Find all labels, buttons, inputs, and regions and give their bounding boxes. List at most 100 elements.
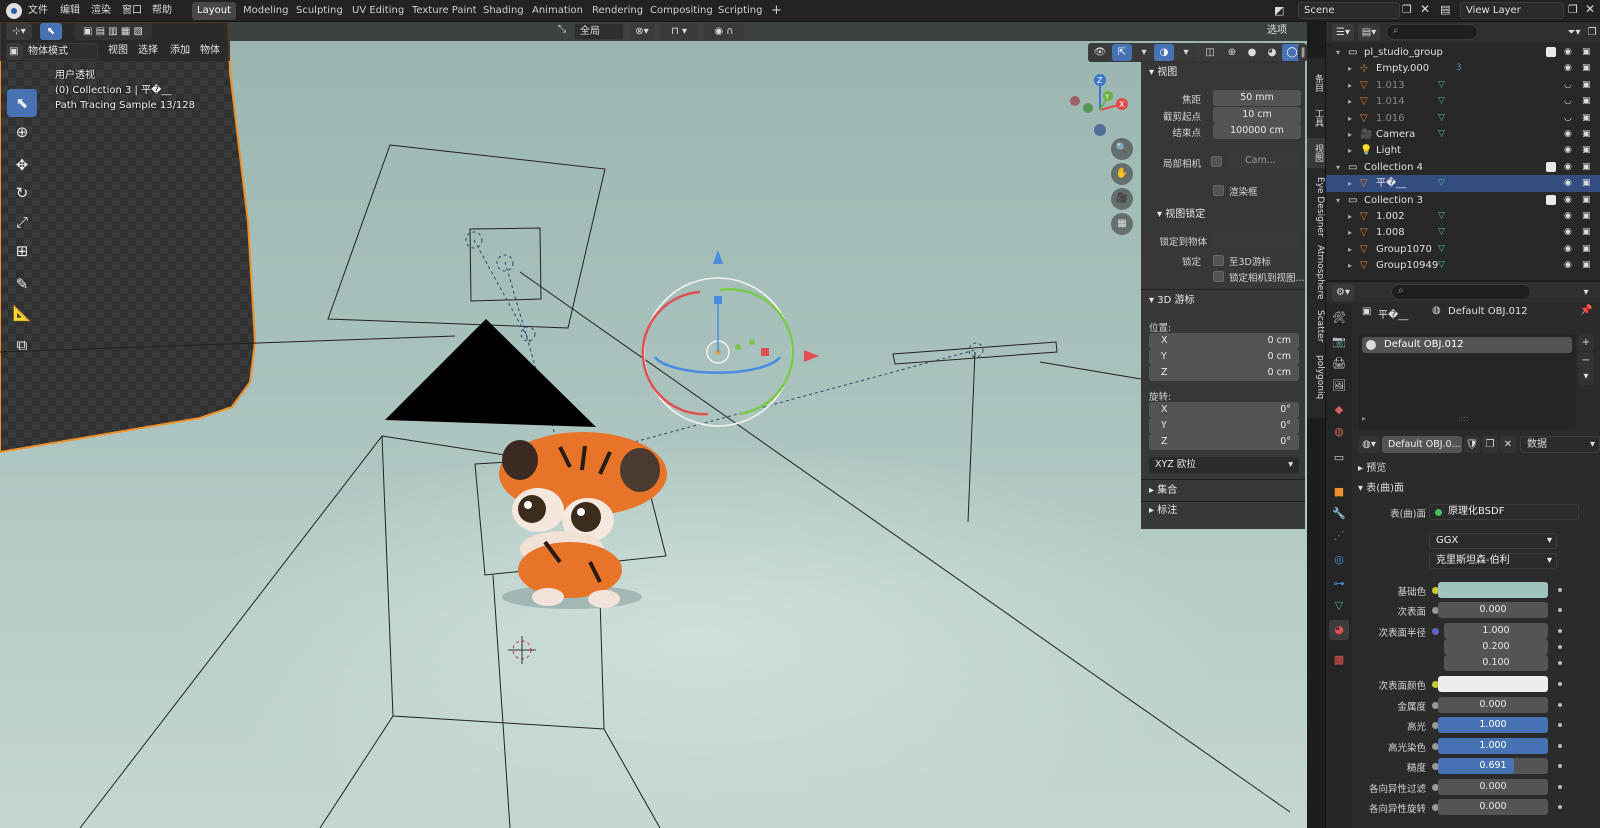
visibility-eye-icon[interactable]: ◡ xyxy=(1564,77,1572,94)
snap-icon[interactable]: ⊓ ▾ xyxy=(660,23,698,40)
delete-scene-icon[interactable]: ✕ xyxy=(1420,2,1430,16)
delete-view-layer-icon[interactable]: ✕ xyxy=(1585,2,1595,16)
visibility-eye-icon[interactable]: ◡ xyxy=(1564,110,1572,127)
tab-shading[interactable]: Shading xyxy=(478,2,529,20)
camera-view-icon[interactable]: 🎥 xyxy=(1111,188,1133,210)
expand-arrow-icon[interactable]: ▾ xyxy=(1336,192,1340,209)
annotation-panel-header[interactable]: ▸ 标注 xyxy=(1141,501,1305,521)
mesh-data-icon[interactable]: ▽ xyxy=(1438,77,1445,94)
slider-field[interactable]: 0.691 xyxy=(1438,758,1548,774)
visibility-eye-icon[interactable]: ◉ xyxy=(1564,175,1572,192)
expand-arrow-icon[interactable]: ▸ xyxy=(1348,60,1352,77)
blender-logo-icon[interactable] xyxy=(6,3,22,19)
render-camera-icon[interactable]: ▣ xyxy=(1582,110,1591,127)
visibility-eye-icon[interactable]: ◉ xyxy=(1564,257,1572,274)
gizmo-dropdown-icon[interactable]: ▾ xyxy=(1134,44,1154,61)
menu-view[interactable]: 视图 xyxy=(108,42,128,60)
focal-length-field[interactable]: 50 mm xyxy=(1213,90,1301,106)
texture-tab-icon[interactable]: ▩ xyxy=(1329,650,1349,670)
tab-item[interactable]: 条目 xyxy=(1307,68,1325,98)
cursor-location-z[interactable]: Z0 cm xyxy=(1149,365,1299,381)
transform-orientation-select[interactable]: 全局 xyxy=(574,23,624,40)
visibility-eye-icon[interactable]: ◉ xyxy=(1564,126,1572,143)
add-slot-icon[interactable]: + xyxy=(1578,334,1594,351)
scale-tool-icon[interactable]: ⤢ xyxy=(7,208,37,236)
keyframe-dot-icon[interactable] xyxy=(1558,785,1562,789)
outliner-search-input[interactable]: ⌕ xyxy=(1386,24,1478,40)
number-field[interactable]: 0.000 xyxy=(1438,779,1548,795)
render-camera-icon[interactable]: ▣ xyxy=(1582,257,1591,274)
cursor-tool-icon[interactable]: ⊕ xyxy=(7,118,37,146)
material-name-field[interactable]: Default OBJ.0... xyxy=(1382,436,1462,453)
cursor-rotation-z[interactable]: Z 0° xyxy=(1149,434,1299,450)
number-field[interactable]: 0.000 xyxy=(1438,799,1548,815)
keyframe-dot-icon[interactable] xyxy=(1558,682,1562,686)
tab-rendering[interactable]: Rendering xyxy=(587,2,648,20)
gizmo-toggle-icon[interactable]: ⇱ xyxy=(1112,44,1132,61)
expand-arrow-icon[interactable]: ▸ xyxy=(1348,208,1352,225)
solid-shading-icon[interactable]: ● xyxy=(1242,44,1262,61)
tab-tool[interactable]: 工具 xyxy=(1307,103,1325,133)
expand-arrow-icon[interactable]: ▾ xyxy=(1336,159,1340,176)
outliner-row[interactable]: ▸ ⊹ Empty.000 3 ◉ ▣ xyxy=(1326,60,1600,77)
outliner-row[interactable]: ▾ ▭ Collection 4 ◉ ▣ xyxy=(1326,159,1600,176)
object-tab-icon[interactable]: ■ xyxy=(1329,482,1349,502)
render-camera-icon[interactable]: ▣ xyxy=(1582,175,1591,192)
outliner-row[interactable]: ▸ 💡 Light ◉ ▣ xyxy=(1326,142,1600,159)
visibility-icon[interactable]: 👁 xyxy=(1090,44,1110,61)
options-menu[interactable]: 选项 xyxy=(1262,23,1302,40)
clip-start-field[interactable]: 10 cm xyxy=(1213,107,1301,123)
expand-arrow-icon[interactable]: ▸ xyxy=(1348,93,1352,110)
expand-arrow-icon[interactable]: ▸ xyxy=(1348,257,1352,274)
mesh-data-icon[interactable]: ▽ xyxy=(1438,93,1445,110)
remove-slot-icon[interactable]: − xyxy=(1578,352,1594,369)
tab-eye-designer[interactable]: Eye Designer xyxy=(1307,176,1325,238)
visibility-eye-icon[interactable]: ◉ xyxy=(1564,224,1572,241)
fake-user-icon[interactable]: 🛡 xyxy=(1464,436,1480,453)
pan-view-icon[interactable]: ✋ xyxy=(1111,163,1133,185)
view-panel-header[interactable]: ▾ 视图 xyxy=(1141,63,1305,83)
keyframe-dot-icon[interactable] xyxy=(1558,744,1562,748)
render-camera-icon[interactable]: ▣ xyxy=(1582,192,1591,209)
lock-to-object-field[interactable] xyxy=(1213,232,1301,248)
keyframe-dot-icon[interactable] xyxy=(1558,703,1562,707)
surface-shader-select[interactable]: 原理化BSDF xyxy=(1429,504,1579,520)
visibility-eye-icon[interactable]: ◉ xyxy=(1564,44,1572,61)
keyframe-dot-icon[interactable] xyxy=(1558,764,1562,768)
view-layer-selector[interactable]: View Layer xyxy=(1460,2,1564,19)
scene-tab-icon[interactable]: ◆ xyxy=(1329,400,1349,420)
measure-tool-icon[interactable]: 📐 xyxy=(7,299,37,327)
tab-sculpting[interactable]: Sculpting xyxy=(291,2,348,20)
move-tool-icon[interactable]: ✥ xyxy=(7,151,37,179)
render-camera-icon[interactable]: ▣ xyxy=(1582,44,1591,61)
properties-editor-icon[interactable]: ⚙▾ xyxy=(1332,284,1354,301)
render-camera-icon[interactable]: ▣ xyxy=(1582,208,1591,225)
expand-arrow-icon[interactable]: ▸ xyxy=(1348,224,1352,241)
expand-arrow-icon[interactable]: ▸ xyxy=(1348,142,1352,159)
outliner-row[interactable]: ▸ ▽ Group1070 ▽ ◉ ▣ xyxy=(1326,241,1600,258)
render-tab-icon[interactable]: 📷 xyxy=(1329,332,1349,352)
visibility-eye-icon[interactable]: ◡ xyxy=(1564,93,1572,110)
collection-panel-header[interactable]: ▸ 集合 xyxy=(1141,481,1305,501)
expand-arrow-icon[interactable]: ▸ xyxy=(1348,175,1352,192)
visibility-eye-icon[interactable]: ◉ xyxy=(1564,142,1572,159)
pause-render-icon[interactable]: ‖ xyxy=(1298,44,1307,61)
tab-scripting[interactable]: Scripting xyxy=(713,2,767,20)
tab-view[interactable]: 视图 xyxy=(1307,138,1325,168)
keyframe-dot-icon[interactable] xyxy=(1558,588,1562,592)
menu-select[interactable]: 选择 xyxy=(138,42,158,60)
tool-tab-icon[interactable]: 🛠 xyxy=(1329,308,1349,328)
cursor-location-x[interactable]: X0 cm xyxy=(1149,333,1299,349)
render-camera-icon[interactable]: ▣ xyxy=(1582,93,1591,110)
expand-arrow-icon[interactable]: ▸ xyxy=(1348,77,1352,94)
number-field[interactable]: 0.000 xyxy=(1438,602,1548,618)
number-field[interactable]: 0.200 xyxy=(1444,639,1548,655)
local-camera-field[interactable]: Cam... xyxy=(1229,153,1301,169)
outliner-row[interactable]: ▸ ▽ 1.002 ▽ ◉ ▣ xyxy=(1326,208,1600,225)
render-camera-icon[interactable]: ▣ xyxy=(1582,60,1591,77)
visibility-eye-icon[interactable]: ◉ xyxy=(1564,192,1572,209)
keyframe-dot-icon[interactable] xyxy=(1558,723,1562,727)
subsurface-method-select[interactable]: 克里斯坦森-伯利 ▾ xyxy=(1429,553,1557,569)
wireframe-shading-icon[interactable]: ⊕ xyxy=(1222,44,1242,61)
collection-checkbox[interactable] xyxy=(1546,161,1556,172)
